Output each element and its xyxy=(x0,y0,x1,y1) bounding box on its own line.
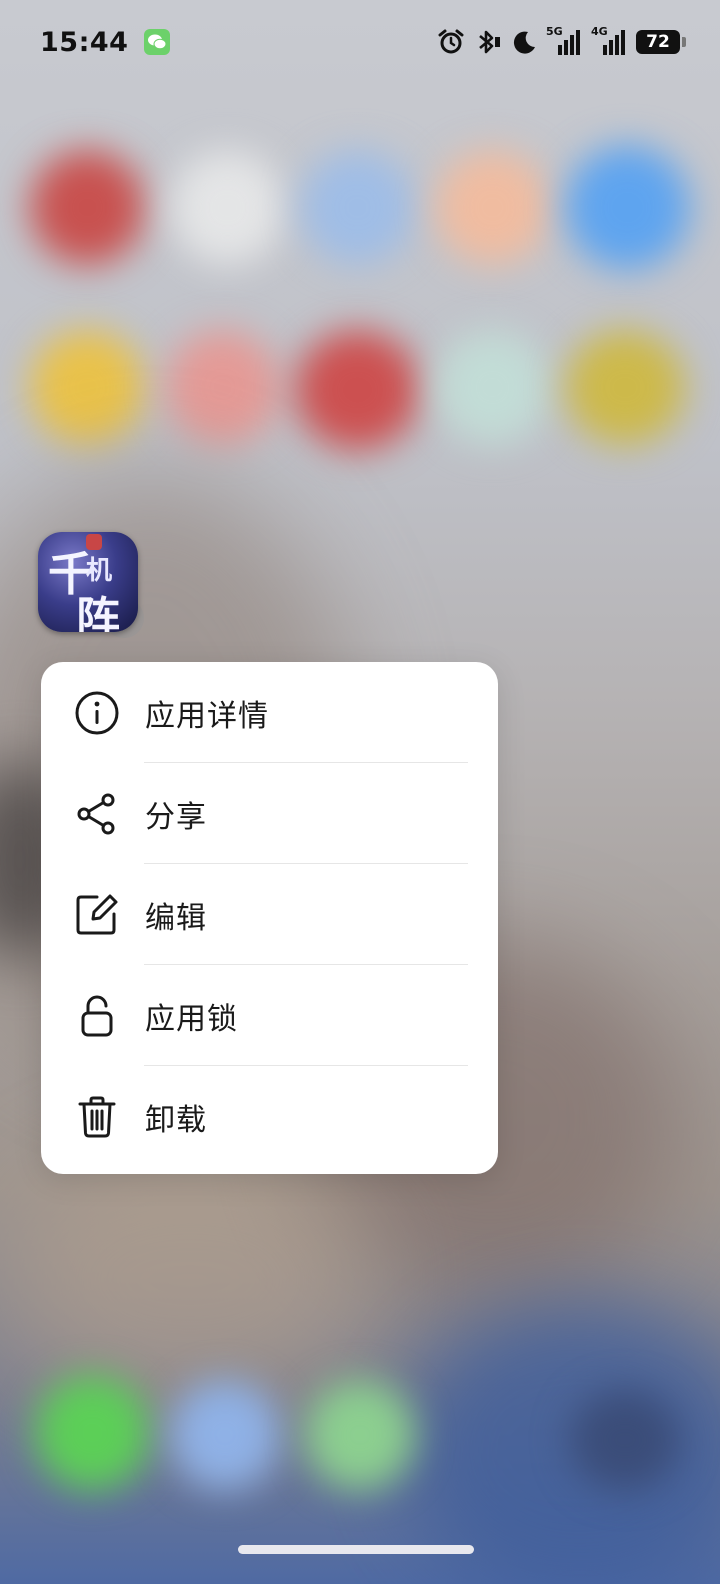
app-context-menu: 应用详情 分享 编辑 应用锁 卸载 xyxy=(41,662,498,1174)
lock-icon xyxy=(73,992,121,1040)
menu-item-edit[interactable]: 编辑 xyxy=(41,864,498,965)
menu-item-share[interactable]: 分享 xyxy=(41,763,498,864)
edit-icon xyxy=(73,891,121,939)
status-bar: 15:44 5G 4G 72 xyxy=(0,0,720,84)
battery-indicator: 72 xyxy=(636,30,686,54)
menu-item-label: 编辑 xyxy=(145,900,207,936)
status-left: 15:44 xyxy=(40,26,171,58)
menu-item-app-lock[interactable]: 应用锁 xyxy=(41,965,498,1066)
menu-item-uninstall[interactable]: 卸载 xyxy=(41,1066,498,1167)
share-icon xyxy=(73,790,121,838)
qianjizhen-app-icon[interactable]: 千 机 阵 xyxy=(38,532,138,632)
menu-item-label: 应用详情 xyxy=(145,698,269,734)
wechat-icon xyxy=(144,29,171,55)
home-indicator[interactable] xyxy=(238,1545,474,1554)
info-icon xyxy=(73,689,121,737)
alarm-icon xyxy=(437,28,465,56)
status-right: 5G 4G 72 xyxy=(437,25,686,57)
signal-4g-icon: 4G xyxy=(591,25,627,57)
trash-icon xyxy=(73,1093,121,1141)
signal-5g-icon: 5G xyxy=(546,25,582,57)
menu-item-label: 卸载 xyxy=(145,1102,207,1138)
status-time: 15:44 xyxy=(40,26,129,58)
moon-icon xyxy=(511,29,537,55)
menu-item-label: 分享 xyxy=(145,799,207,835)
menu-item-app-details[interactable]: 应用详情 xyxy=(41,662,498,763)
app-icon-glyph: 阵 xyxy=(76,593,120,632)
bluetooth-icon xyxy=(474,28,502,56)
menu-item-label: 应用锁 xyxy=(145,1001,238,1037)
